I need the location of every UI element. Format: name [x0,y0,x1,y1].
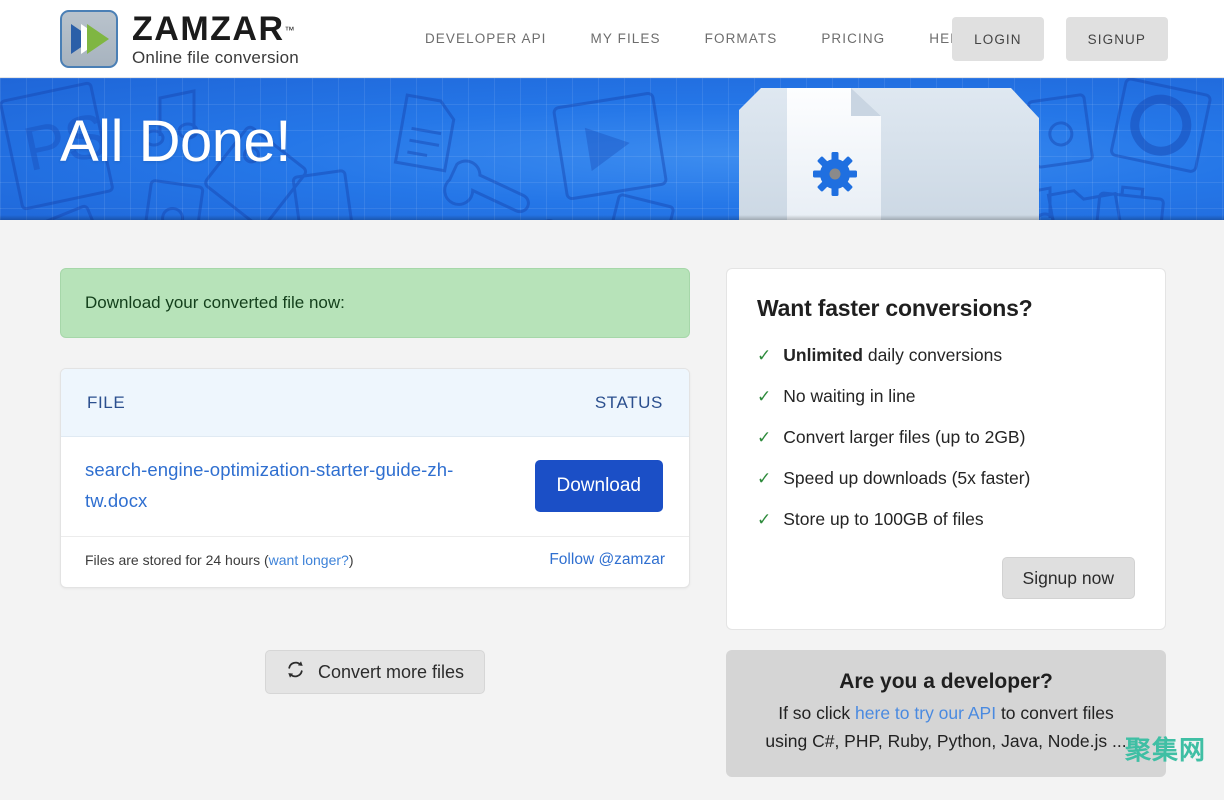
document-with-gear-illustration [739,78,1039,220]
column-header-file: FILE [87,393,125,413]
nav-pricing[interactable]: PRICING [821,31,885,46]
developer-promo-box: Are you a developer? If so click here to… [726,650,1166,776]
convert-more-files-button[interactable]: Convert more files [265,650,485,694]
convert-more-files-label: Convert more files [318,662,464,683]
perk-text: Store up to 100GB of files [783,508,983,531]
panel-cta-container: Signup now [757,557,1135,599]
list-item: ✓ Store up to 100GB of files [757,508,1135,531]
column-header-status: STATUS [595,393,663,413]
list-item: ✓ Unlimited daily conversions [757,344,1135,367]
signup-now-button[interactable]: Signup now [1002,557,1135,599]
file-card-footer: Files are stored for 24 hours (want long… [61,537,689,587]
want-longer-link[interactable]: want longer? [269,552,349,568]
download-ready-message: Download your converted file now: [85,293,345,313]
nav-my-files[interactable]: MY FILES [591,31,661,46]
perk-bold: Unlimited [783,345,863,365]
file-table-header: FILE STATUS [61,369,689,437]
refresh-icon [286,660,305,684]
developer-promo-title: Are you a developer? [744,670,1148,694]
site-logo[interactable]: ZAMZAR™ Online file conversion [60,10,299,68]
table-row: search-engine-optimization-starter-guide… [61,437,689,537]
check-icon: ✓ [757,468,771,490]
follow-zamzar-link[interactable]: Follow @zamzar [549,551,665,569]
check-icon: ✓ [757,345,771,367]
download-button[interactable]: Download [535,460,664,512]
file-name-link[interactable]: search-engine-optimization-starter-guide… [85,455,515,516]
page-title: All Done! [60,108,291,175]
perk-text: Unlimited daily conversions [783,344,1002,367]
nav-developer-api[interactable]: DEVELOPER API [425,31,547,46]
panel-title: Want faster conversions? [757,295,1135,322]
double-chevron-logo-icon [60,10,118,68]
signup-button[interactable]: SIGNUP [1066,17,1168,61]
faster-conversions-panel: Want faster conversions? ✓ Unlimited dai… [726,268,1166,630]
hero-banner: PS [0,78,1224,220]
developer-text-prefix: If so click [778,703,855,723]
check-icon: ✓ [757,509,771,531]
storage-notice-prefix: Files are stored for 24 hours ( [85,552,269,568]
logo-trademark: ™ [285,25,295,36]
check-icon: ✓ [757,427,771,449]
check-icon: ✓ [757,386,771,408]
list-item: ✓ Speed up downloads (5x faster) [757,467,1135,490]
list-item: ✓ No waiting in line [757,385,1135,408]
site-header: ZAMZAR™ Online file conversion DEVELOPER… [0,0,1224,78]
header-actions: LOGIN SIGNUP [952,17,1168,61]
perk-text: Convert larger files (up to 2GB) [783,426,1025,449]
perk-text: No waiting in line [783,385,915,408]
developer-text-suffix: to convert files [996,703,1114,723]
list-item: ✓ Convert larger files (up to 2GB) [757,426,1135,449]
main-navigation: DEVELOPER API MY FILES FORMATS PRICING H… [425,31,969,46]
download-ready-alert: Download your converted file now: [60,268,690,338]
login-button[interactable]: LOGIN [952,17,1044,61]
try-our-api-link[interactable]: here to try our API [855,703,996,723]
logo-wordmark: ZAMZAR [132,12,285,46]
perk-text: Speed up downloads (5x faster) [783,467,1030,490]
watermark: 聚集网 [1125,730,1206,767]
developer-text-line2: using C#, PHP, Ruby, Python, Java, Node.… [765,731,1126,751]
main-content: Download your converted file now: FILE S… [0,220,1224,777]
nav-formats[interactable]: FORMATS [705,31,778,46]
developer-promo-text: If so click here to try our API to conve… [744,700,1148,754]
logo-tagline: Online file conversion [132,49,299,66]
perk-rest: daily conversions [863,345,1002,365]
file-results-card: FILE STATUS search-engine-optimization-s… [60,368,690,588]
convert-more-container: Convert more files [60,650,690,694]
left-column: Download your converted file now: FILE S… [60,268,690,777]
storage-notice: Files are stored for 24 hours (want long… [85,552,353,568]
right-column: Want faster conversions? ✓ Unlimited dai… [726,268,1166,777]
storage-notice-suffix: ) [349,552,354,568]
